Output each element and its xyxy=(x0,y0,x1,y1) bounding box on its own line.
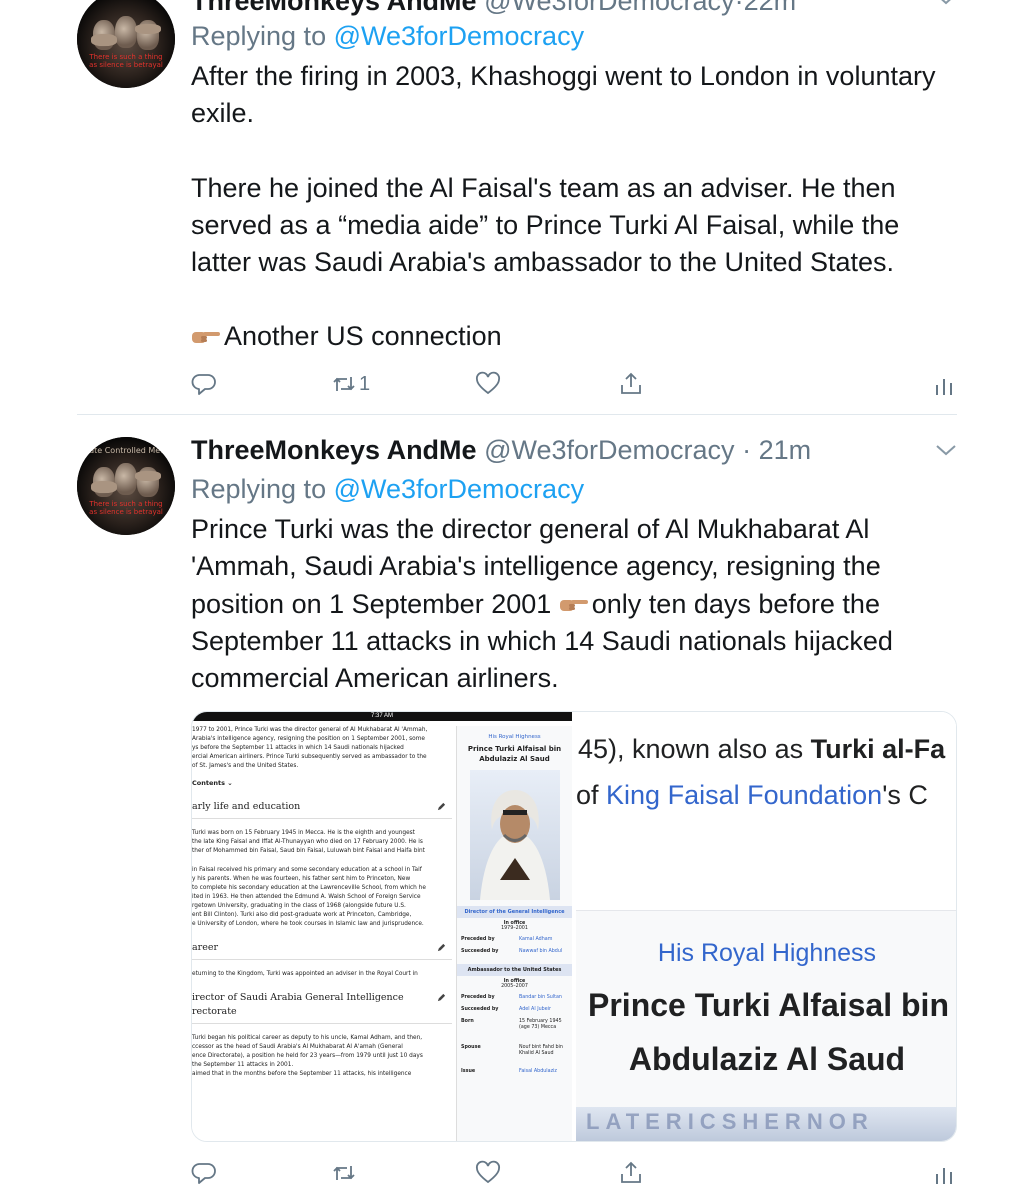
analytics-icon xyxy=(936,379,952,395)
wiki-contents-toggle: Contents ⌄ xyxy=(192,779,233,787)
zoom-infobox-title: Prince Turki Alfaisal bin xyxy=(588,987,949,1023)
like-icon xyxy=(476,371,500,395)
replying-to: Replying to @We3forDemocracy xyxy=(191,21,585,51)
retweet-button[interactable] xyxy=(331,1158,357,1188)
reply-button[interactable] xyxy=(191,369,217,399)
avatar-caption: There is such a thing as silence is betr… xyxy=(89,53,163,69)
retweet-button[interactable]: 1 xyxy=(331,369,370,399)
tweet-paragraph: After the firing in 2003, Khashoggi went… xyxy=(191,61,936,129)
tweet-time: 21m xyxy=(758,435,812,465)
reply-button[interactable] xyxy=(191,1158,217,1188)
avatar[interactable]: State Controlled Media There is such a t… xyxy=(77,437,175,535)
analytics-button[interactable] xyxy=(931,369,957,399)
chevron-down-icon[interactable] xyxy=(931,435,961,465)
edit-icon xyxy=(437,943,446,952)
tweet-paragraph: There he joined the Al Faisal's team as … xyxy=(191,172,900,278)
zoom-text-line: 45), known also as Turki al-Fa xyxy=(578,734,946,764)
replying-to-link[interactable]: @We3forDemocracy xyxy=(334,474,584,504)
author-handle[interactable]: @We3forDemocracy xyxy=(484,435,734,465)
author-name[interactable]: ThreeMonkeys AndMe xyxy=(191,435,477,465)
edit-icon xyxy=(437,993,446,1002)
avatar[interactable]: There is such a thing as silence is betr… xyxy=(77,0,175,88)
replying-to: Replying to @We3forDemocracy xyxy=(191,474,585,504)
tweet-paragraph: Another US connection xyxy=(191,318,961,355)
like-button[interactable] xyxy=(475,369,501,399)
share-button[interactable] xyxy=(618,369,644,399)
like-icon xyxy=(476,1160,500,1184)
replying-to-link[interactable]: @We3forDemocracy xyxy=(334,21,584,51)
tweet-1[interactable]: There is such a thing as silence is betr… xyxy=(0,0,1015,414)
reply-icon xyxy=(191,1163,216,1184)
like-button[interactable] xyxy=(475,1158,501,1188)
wiki-section-heading: arly life and education xyxy=(192,800,452,819)
tweet-actions: 1 xyxy=(191,369,961,399)
edit-icon xyxy=(437,802,446,811)
tweet-time: 22m xyxy=(743,0,797,16)
tweet-header: ThreeMonkeys AndMe @We3forDemocracy · 21… xyxy=(191,435,961,469)
reply-icon xyxy=(191,374,216,395)
avatar-caption: There is such a thing as silence is betr… xyxy=(89,500,163,516)
share-icon xyxy=(621,1161,641,1183)
point-right-emoji xyxy=(559,599,588,611)
wiki-intro: 1977 to 2001, Prince Turki was the direc… xyxy=(192,727,428,769)
media-image-wiki-page[interactable]: 7:37 AM 1977 to 2001, Prince Turki was t… xyxy=(192,712,572,1141)
zoom-infobox-title: Abdulaziz Al Saud xyxy=(628,1041,906,1077)
tweet-actions xyxy=(191,1158,961,1188)
tweet-media[interactable]: 7:37 AM 1977 to 2001, Prince Turki was t… xyxy=(191,711,957,1142)
retweet-icon xyxy=(333,377,355,391)
avatar-caption-top: State Controlled Media xyxy=(81,446,173,455)
wiki-article-text: 1977 to 2001, Prince Turki was the direc… xyxy=(192,726,452,1083)
retweet-count: 1 xyxy=(359,372,371,395)
wiki-section-heading: areer xyxy=(192,941,452,960)
author-handle[interactable]: @We3forDemocracy xyxy=(484,0,734,16)
chevron-down-icon[interactable] xyxy=(931,0,961,14)
zoom-photo-strip: LATERICSHERNOR xyxy=(576,1107,956,1141)
share-icon xyxy=(621,372,641,394)
zoom-infobox-subtitle: His Royal Highness xyxy=(657,939,877,967)
analytics-button[interactable] xyxy=(931,1158,957,1188)
point-right-emoji xyxy=(192,332,220,344)
tweet-text: After the firing in 2003, Khashoggi went… xyxy=(191,58,961,356)
share-button[interactable] xyxy=(618,1158,644,1188)
tweet-header: ThreeMonkeys AndMe @We3forDemocracy·22m xyxy=(191,0,961,20)
analytics-icon xyxy=(936,1168,952,1184)
portrait-photo xyxy=(469,770,560,900)
author-name[interactable]: ThreeMonkeys AndMe xyxy=(191,0,477,16)
media-image-zoomed[interactable]: 45), known also as Turki al-Fa of King F… xyxy=(576,712,956,1141)
zoom-text-line: of King Faisal Foundation's C xyxy=(576,780,928,810)
wiki-section-heading: irector of Saudi Arabia General Intellig… xyxy=(192,991,452,1024)
retweet-icon xyxy=(333,1166,355,1180)
wiki-infobox: His Royal Highness Prince Turki Alfaisal… xyxy=(456,726,572,1141)
phone-status-time: 7:37 AM xyxy=(192,712,572,721)
tweet-text: Prince Turki was the director general of… xyxy=(191,514,893,694)
